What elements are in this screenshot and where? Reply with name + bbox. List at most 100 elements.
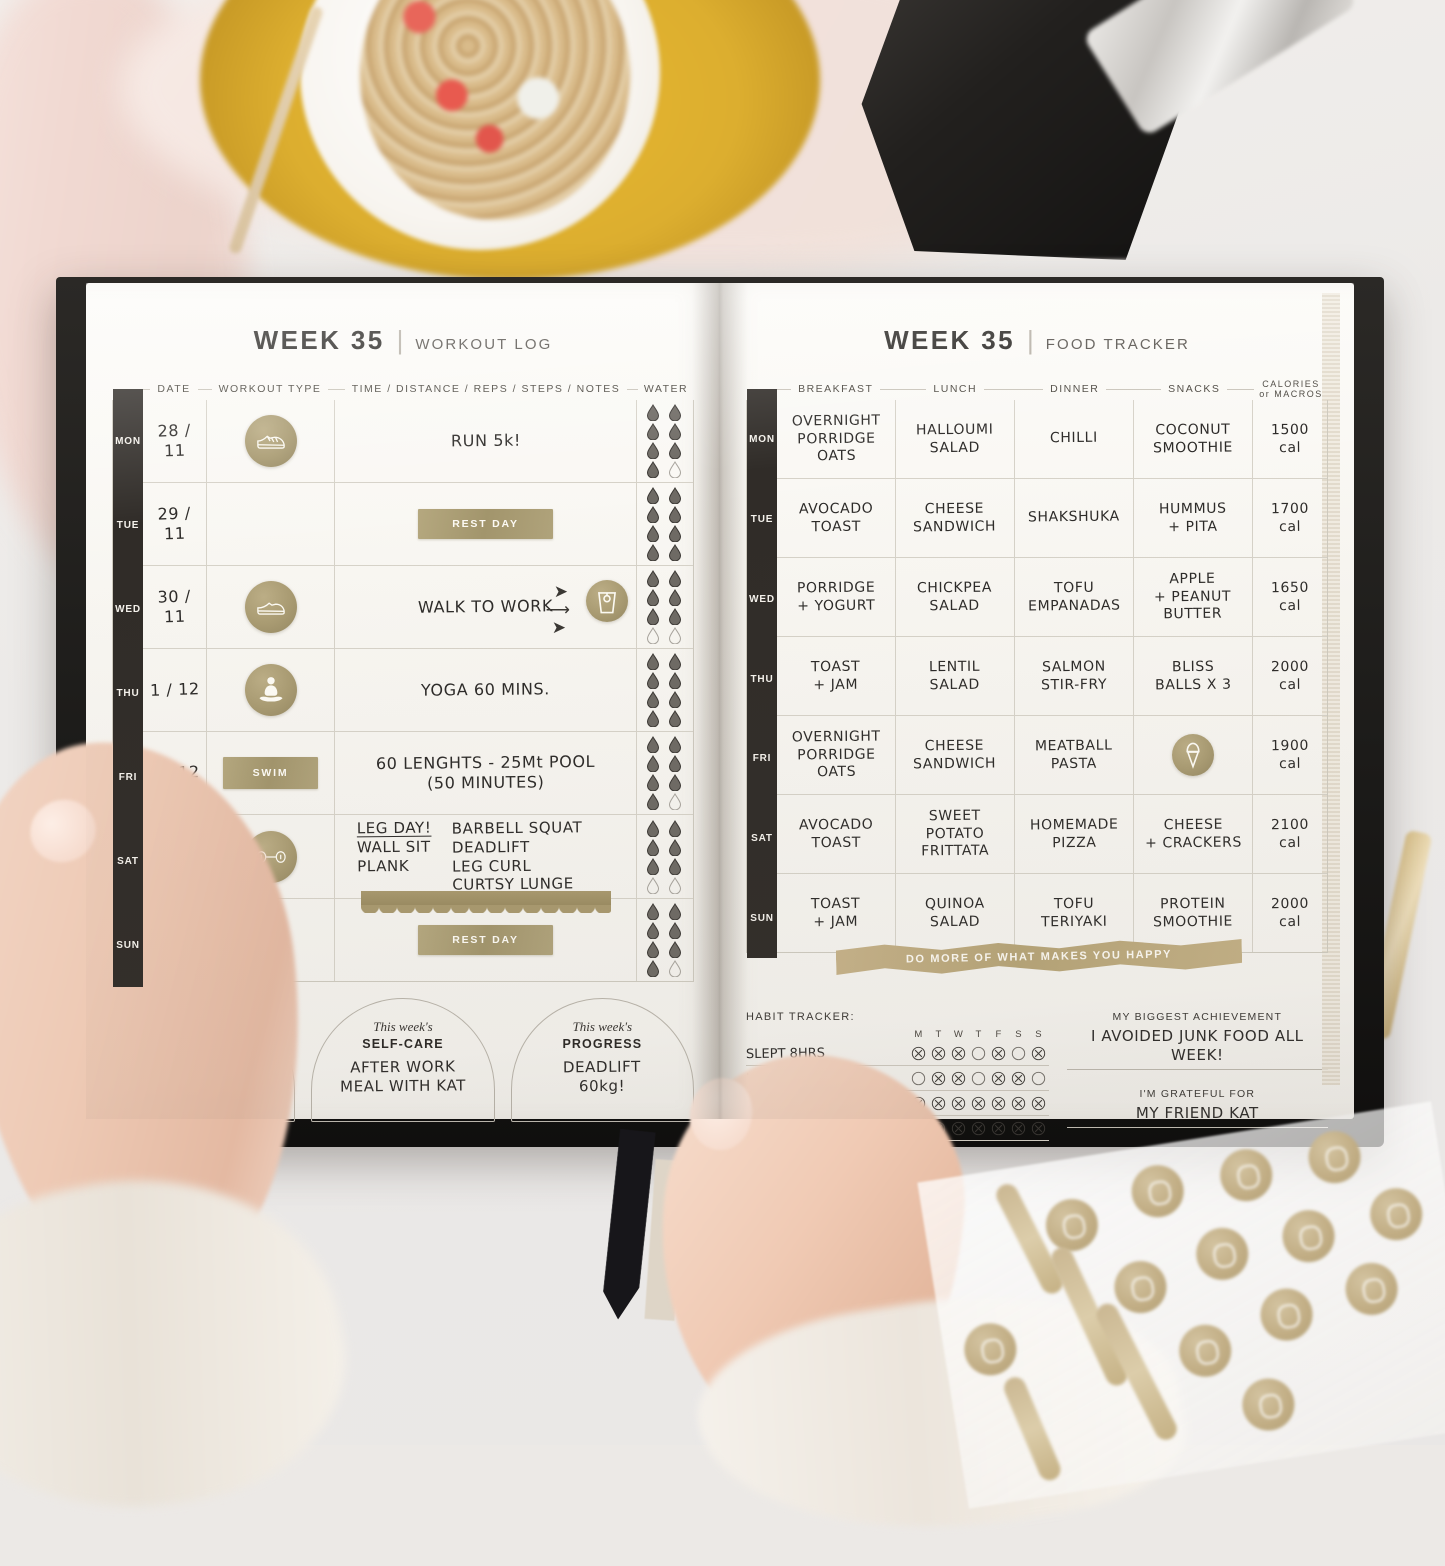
dinner-cell[interactable]: MEATBALL PASTA — [1015, 716, 1134, 794]
breakfast-cell[interactable]: AVOCADO TOAST — [777, 479, 896, 557]
water-droplets[interactable] — [646, 653, 685, 727]
habit-check-journaling-fri[interactable] — [989, 1071, 1009, 1086]
water-drop-icon[interactable] — [668, 922, 685, 939]
water-drop-icon[interactable] — [646, 876, 663, 894]
water-drop-icon[interactable] — [646, 736, 663, 753]
water-drop-icon[interactable] — [646, 774, 663, 791]
water-drop-icon[interactable] — [668, 819, 685, 837]
water-drop-icon[interactable] — [646, 941, 663, 958]
workout-notes-cell[interactable]: LEG DAY! WALL SIT PLANK BARBELL SQUAT DE… — [335, 815, 637, 898]
habit-check-slept-tue[interactable] — [929, 1046, 949, 1061]
water-drop-icon[interactable] — [646, 755, 663, 772]
habit-check-skincare-fri[interactable] — [989, 1096, 1009, 1111]
dinner-cell[interactable]: SHAKSHUKA — [1015, 479, 1134, 557]
habit-check-slept-sun[interactable] — [1029, 1046, 1049, 1061]
water-cell-wed[interactable] — [637, 566, 693, 648]
water-drop-icon[interactable] — [668, 857, 685, 875]
habit-check-journaling-tue[interactable] — [929, 1071, 949, 1086]
habit-check-journaling-wed[interactable] — [949, 1071, 969, 1086]
dinner-cell[interactable]: CHILLI — [1015, 400, 1134, 478]
habit-check-junk-thu[interactable] — [969, 1121, 989, 1136]
water-drop-icon[interactable] — [646, 922, 663, 939]
water-drop-icon[interactable] — [646, 691, 663, 708]
water-drop-icon[interactable] — [646, 793, 663, 810]
water-drop-icon[interactable] — [668, 691, 685, 708]
calories-cell[interactable]: 2000 cal — [1253, 874, 1327, 952]
water-drop-icon[interactable] — [646, 960, 663, 977]
achievement-line[interactable]: I AVOIDED JUNK FOOD ALL WEEK! — [1066, 1027, 1328, 1070]
snacks-cell[interactable] — [1134, 716, 1253, 794]
water-drop-icon[interactable] — [646, 608, 663, 625]
water-drop-icon[interactable] — [646, 710, 663, 727]
workout-notes-cell[interactable]: REST DAY — [335, 891, 637, 981]
water-cell-mon[interactable] — [637, 400, 693, 482]
workout-date-cell[interactable]: 28 / 11 — [143, 400, 207, 482]
workout-notes-cell[interactable]: REST DAY — [335, 483, 637, 565]
water-drop-icon[interactable] — [646, 627, 663, 644]
snacks-cell[interactable]: BLISS BALLS X 3 — [1134, 637, 1253, 715]
habit-check-skincare-thu[interactable] — [969, 1096, 989, 1111]
habit-check-junk-wed[interactable] — [949, 1121, 969, 1136]
water-drop-icon[interactable] — [668, 774, 685, 791]
water-cell-fri[interactable] — [637, 732, 693, 814]
water-drop-icon[interactable] — [668, 461, 685, 478]
water-cell-tue[interactable] — [637, 483, 693, 565]
workout-row-mon[interactable]: 28 / 11 RUN 5k! — [143, 400, 693, 483]
water-droplets[interactable] — [646, 903, 685, 977]
habit-check-slept-sat[interactable] — [1009, 1046, 1029, 1061]
water-droplets[interactable] — [646, 487, 685, 561]
habit-check-slept-thu[interactable] — [969, 1046, 989, 1061]
workout-type-cell[interactable] — [207, 566, 335, 648]
calories-cell[interactable]: 1700 cal — [1253, 479, 1327, 557]
workout-notes-cell[interactable]: RUN 5k! — [335, 400, 637, 482]
arch-self-care[interactable]: This week's SELF-CARE AFTER WORK MEAL WI… — [311, 998, 495, 1122]
workout-notes-cell[interactable]: YOGA 60 MINS. — [335, 649, 637, 731]
workout-row-wed[interactable]: 30 / 11 WALK TO WORK ➤ ⟶ ➤ — [143, 566, 693, 649]
water-drop-icon[interactable] — [668, 627, 685, 644]
habit-check-skincare-sat[interactable] — [1009, 1096, 1029, 1111]
breakfast-cell[interactable]: OVERNIGHT PORRIDGE OATS — [777, 716, 896, 794]
food-row-sun[interactable]: TOAST + JAM QUINOA SALAD TOFU TERIYAKI P… — [777, 874, 1327, 952]
water-drop-icon[interactable] — [646, 903, 663, 920]
snacks-cell[interactable]: APPLE + PEANUT BUTTER — [1134, 558, 1253, 636]
lunch-cell[interactable]: CHEESE SANDWICH — [896, 479, 1015, 557]
water-droplets[interactable] — [646, 570, 685, 644]
water-drop-icon[interactable] — [646, 819, 663, 837]
water-drop-icon[interactable] — [646, 653, 663, 670]
water-drop-icon[interactable] — [668, 653, 685, 670]
water-drop-icon[interactable] — [668, 876, 685, 894]
workout-type-cell[interactable] — [207, 400, 335, 482]
water-drop-icon[interactable] — [646, 423, 663, 440]
food-row-tue[interactable]: AVOCADO TOAST CHEESE SANDWICH SHAKSHUKA … — [777, 479, 1327, 558]
workout-row-thu[interactable]: 1 / 12 YOGA 60 MINS. — [143, 649, 693, 732]
arch-progress[interactable]: This week's PROGRESS DEADLIFT 60kg! — [510, 998, 694, 1122]
water-cell-sun[interactable] — [637, 899, 693, 981]
water-drop-icon[interactable] — [646, 442, 663, 459]
food-row-wed[interactable]: PORRIDGE + YOGURT CHICKPEA SALAD TOFU EM… — [777, 558, 1327, 637]
breakfast-cell[interactable]: OVERNIGHT PORRIDGE OATS — [777, 400, 896, 478]
food-row-sat[interactable]: AVOCADO TOAST SWEET POTATO FRITTATA HOME… — [777, 795, 1327, 874]
habit-check-junk-fri[interactable] — [989, 1121, 1009, 1136]
habit-check-slept-wed[interactable] — [949, 1046, 969, 1061]
water-drop-icon[interactable] — [646, 589, 663, 606]
food-row-fri[interactable]: OVERNIGHT PORRIDGE OATS CHEESE SANDWICH … — [777, 716, 1327, 795]
water-drop-icon[interactable] — [668, 710, 685, 727]
water-drop-icon[interactable] — [646, 506, 663, 523]
breakfast-cell[interactable]: PORRIDGE + YOGURT — [777, 558, 896, 636]
workout-date-cell[interactable]: 29 / 11 — [143, 483, 207, 565]
water-drop-icon[interactable] — [668, 487, 685, 504]
water-droplets[interactable] — [646, 819, 685, 894]
water-drop-icon[interactable] — [668, 525, 685, 542]
calories-cell[interactable]: 1900 cal — [1253, 716, 1327, 794]
habit-check-skincare-wed[interactable] — [949, 1096, 969, 1111]
water-droplets[interactable] — [646, 736, 685, 810]
workout-type-cell[interactable] — [207, 483, 335, 565]
water-drop-icon[interactable] — [646, 404, 663, 421]
calories-cell[interactable]: 1650 cal — [1253, 558, 1327, 636]
habit-check-junk-sun[interactable] — [1029, 1121, 1049, 1136]
water-drop-icon[interactable] — [668, 736, 685, 753]
breakfast-cell[interactable]: AVOCADO TOAST — [777, 795, 896, 873]
water-drop-icon[interactable] — [668, 442, 685, 459]
lunch-cell[interactable]: LENTIL SALAD — [896, 637, 1015, 715]
habit-check-journaling-sun[interactable] — [1029, 1071, 1049, 1086]
